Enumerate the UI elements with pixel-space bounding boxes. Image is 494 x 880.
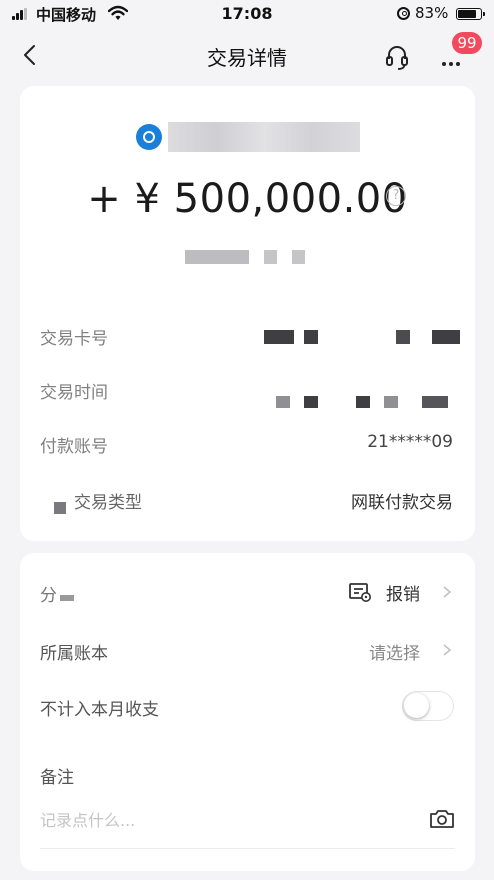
category-label-redacted: [60, 595, 74, 601]
transaction-type-value: 网联付款交易: [351, 493, 453, 513]
category-label: 分: [40, 586, 57, 606]
options-card: 分 报销 所属账本 请选择 不计入本月收支 备注: [20, 553, 475, 871]
detail-label: 付款账号: [40, 437, 108, 457]
note-divider: [40, 848, 455, 849]
detail-label: 交易卡号: [40, 329, 108, 349]
redaction-mark: [54, 502, 66, 514]
payer-account-value: 21*****09: [367, 432, 453, 452]
note-label: 备注: [40, 768, 74, 788]
chevron-right-icon: [443, 644, 452, 656]
nav-bar: 交易详情: [0, 28, 494, 84]
headset-icon[interactable]: [382, 42, 412, 72]
payee-logo-icon: [136, 124, 162, 150]
rotation-lock-icon: [397, 7, 410, 20]
note-input[interactable]: [40, 803, 420, 837]
exclude-label: 不计入本月收支: [40, 700, 159, 720]
ledger-label: 所属账本: [40, 644, 108, 664]
payee-name-redacted: [168, 122, 360, 152]
category-value: 报销: [386, 585, 420, 605]
status-bar: 中国移动 17:08 83%: [0, 0, 494, 28]
detail-label: 交易类型: [74, 493, 142, 513]
detail-label: 交易时间: [40, 383, 108, 403]
help-icon[interactable]: ?: [386, 186, 406, 206]
transaction-amount: + ¥ 500,000.00: [87, 176, 408, 222]
battery-percentage: 83%: [415, 4, 449, 22]
camera-icon[interactable]: [428, 807, 456, 831]
battery-icon: [456, 8, 485, 20]
notification-badge: 99: [452, 32, 482, 54]
receipt-icon: [349, 583, 371, 602]
toggle-knob: [404, 693, 429, 718]
exclude-toggle[interactable]: [402, 691, 454, 721]
transaction-card: + ¥ 500,000.00 ? 交易卡号 交易时间 付款账号 21*****0…: [20, 86, 475, 541]
chevron-right-icon: [443, 586, 452, 598]
ledger-value: 请选择: [369, 644, 420, 664]
page-title: 交易详情: [207, 46, 287, 70]
